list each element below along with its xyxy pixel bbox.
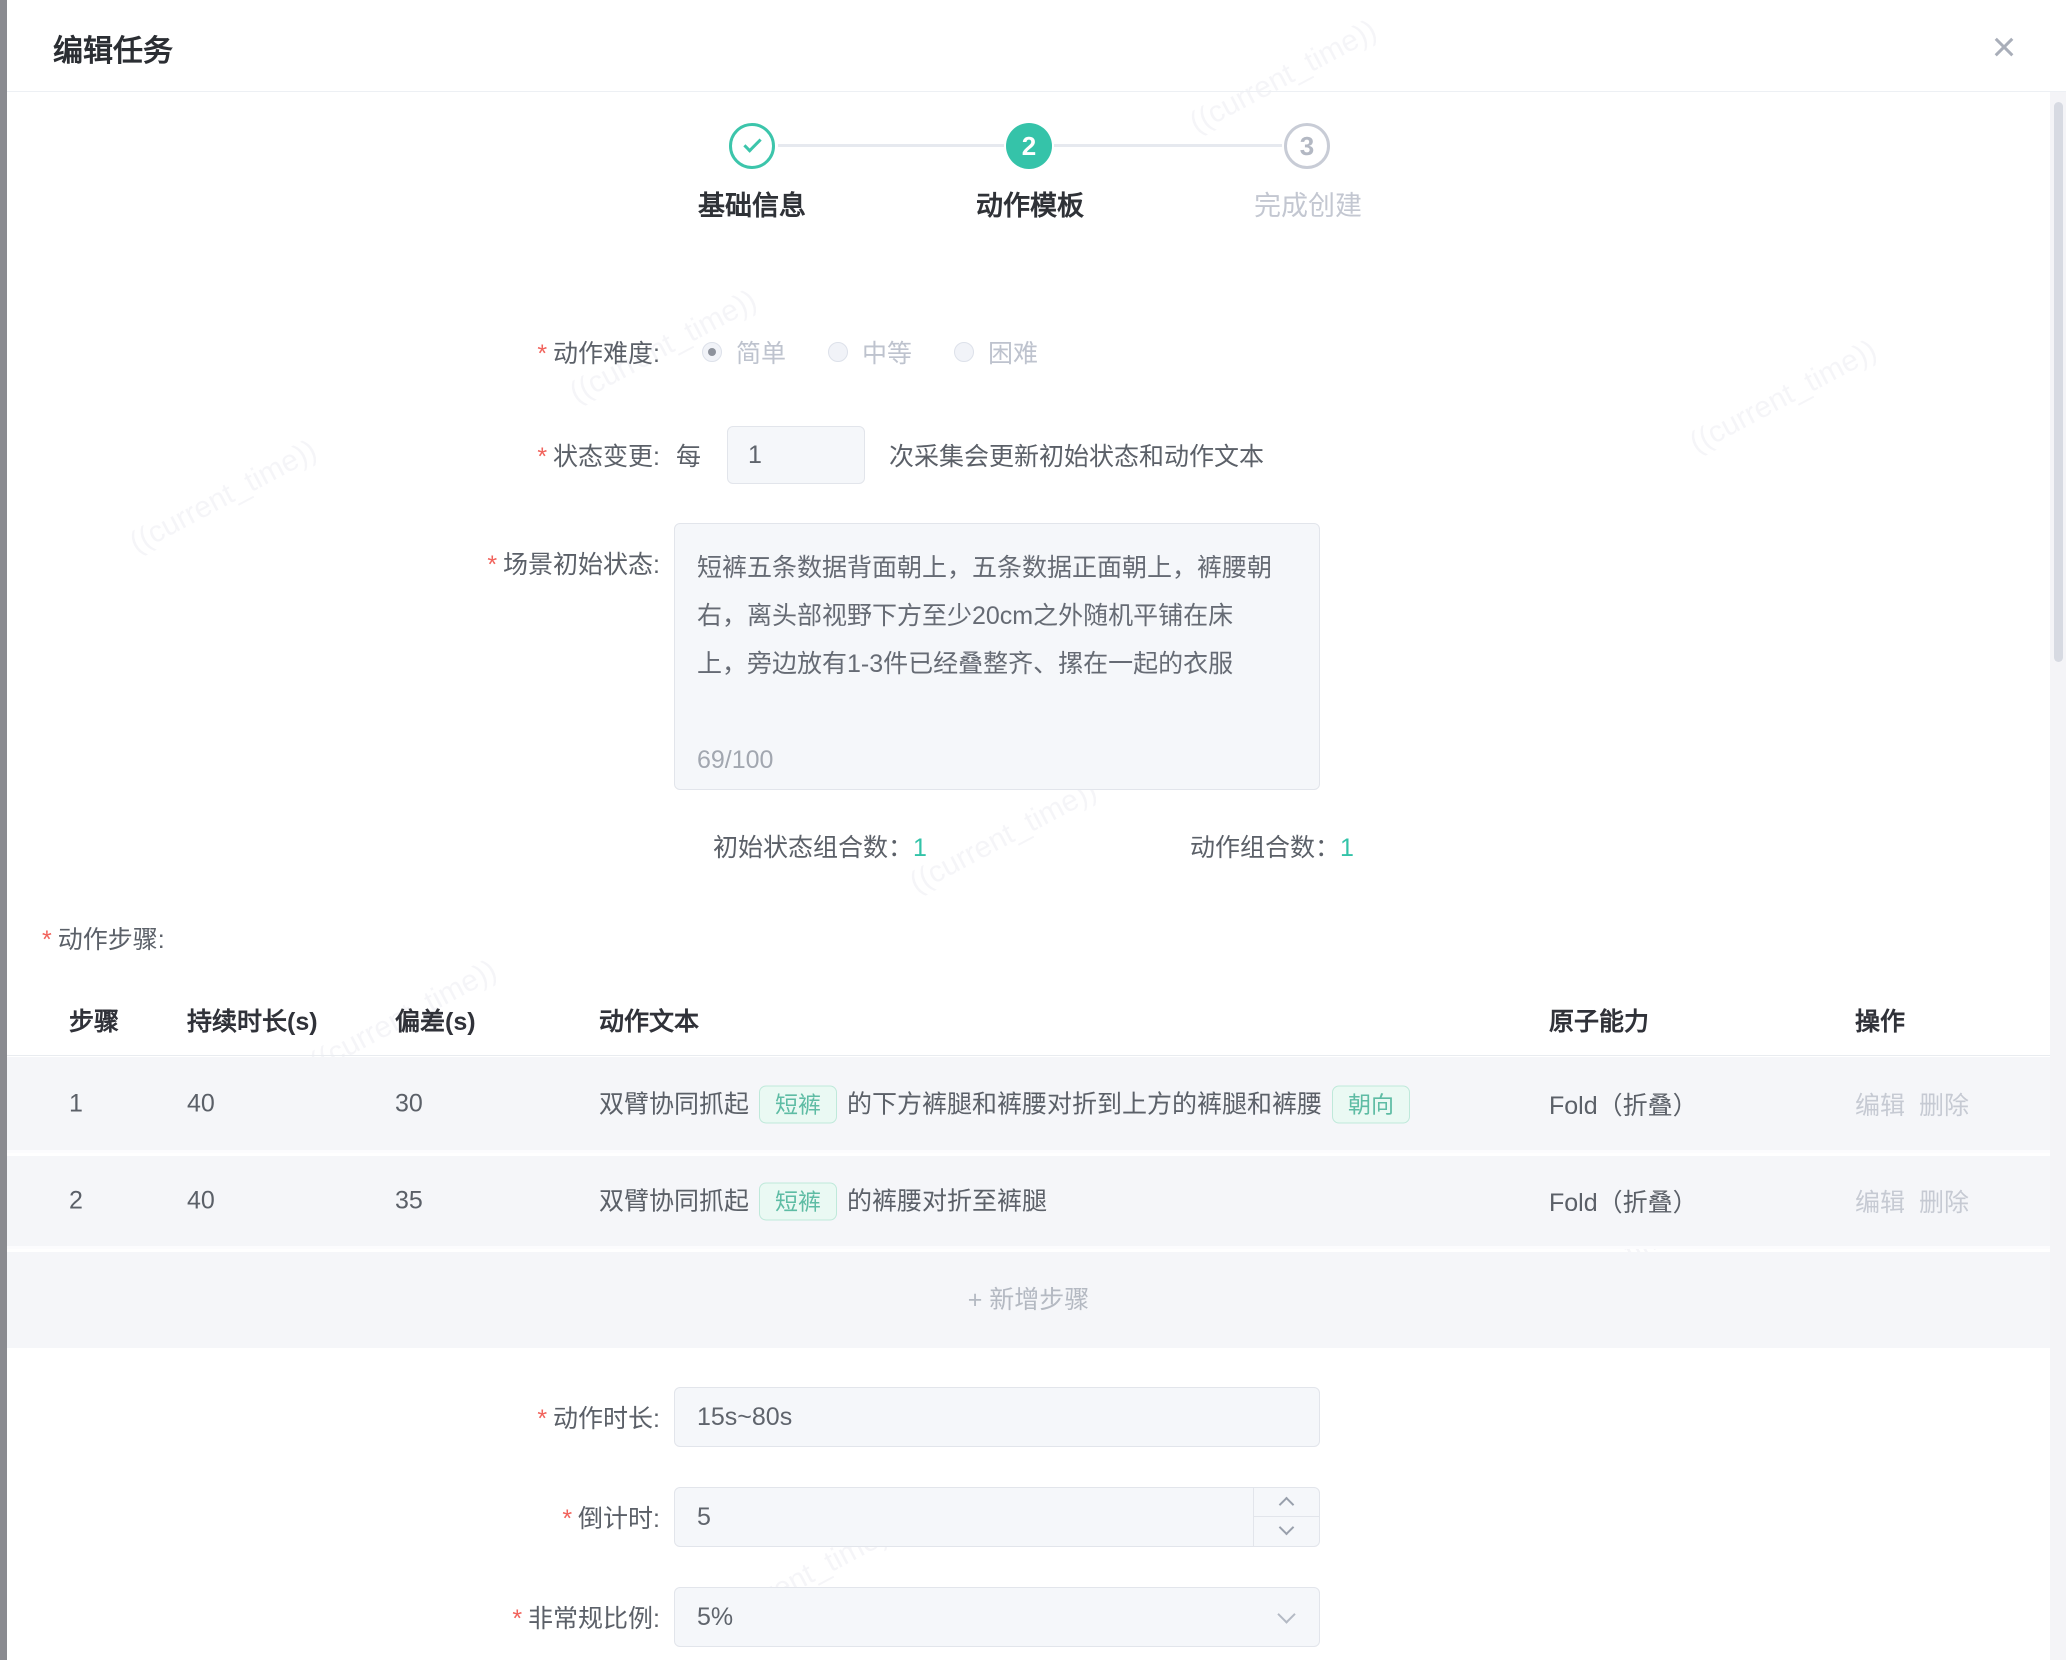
cell-deviation: 35 [395, 1187, 423, 1216]
watermark-text: ((current_time)) [904, 773, 1102, 900]
step-1-indicator [729, 123, 775, 169]
duration-label: *动作时长: [0, 1399, 660, 1435]
required-asterisk: * [42, 926, 52, 954]
radio-label: 困难 [988, 334, 1038, 370]
dialog-header: 编辑任务 [7, 0, 2066, 92]
radio-selected-icon [702, 342, 722, 362]
unusual-ratio-value: 5% [697, 1603, 733, 1631]
orientation-tag: 朝向 [1332, 1085, 1410, 1123]
col-operations: 操作 [1855, 1002, 1905, 1038]
duration-row: *动作时长: 15s~80s [0, 1387, 2066, 1447]
action-combo-value: 1 [1340, 834, 1354, 862]
initial-combo-value: 1 [913, 834, 927, 862]
initial-state-textarea[interactable]: 短裤五条数据背面朝上，五条数据正面朝上，裤腰朝右，离头部视野下方至少20cm之外… [674, 523, 1320, 790]
col-ability: 原子能力 [1549, 1002, 1649, 1038]
required-asterisk: * [537, 1405, 547, 1433]
unusual-ratio-select[interactable]: 5% [674, 1587, 1320, 1647]
difficulty-row: *动作难度: 简单 中等 困难 [0, 322, 2066, 382]
cell-action-text: 双臂协同抓起短裤的裤腰对折至裤腿 [599, 1182, 1047, 1221]
stepper-connector [1054, 144, 1282, 147]
initial-state-text: 短裤五条数据背面朝上，五条数据正面朝上，裤腰朝右，离头部视野下方至少20cm之外… [697, 544, 1279, 688]
edit-task-dialog: ((current_time)) ((current_time)) ((curr… [0, 0, 2066, 1660]
initial-state-label: *场景初始状态: [0, 523, 660, 581]
required-asterisk: * [562, 1505, 572, 1533]
initial-combo-count: 初始状态组合数：1 [713, 828, 927, 864]
edit-button[interactable]: 编辑 [1855, 1183, 1905, 1219]
initial-state-row: *场景初始状态: 短裤五条数据背面朝上，五条数据正面朝上，裤腰朝右，离头部视野下… [0, 523, 2066, 790]
required-asterisk: * [512, 1605, 522, 1633]
radio-label: 简单 [736, 334, 786, 370]
action-combo-count: 动作组合数：1 [1190, 828, 1354, 864]
countdown-value: 5 [697, 1503, 711, 1531]
countdown-row: *倒计时: 5 [0, 1487, 2066, 1547]
cell-duration: 40 [187, 1089, 215, 1118]
duration-input[interactable]: 15s~80s [674, 1387, 1320, 1447]
required-asterisk: * [537, 443, 547, 471]
state-change-prefix: 每 [676, 437, 701, 473]
chevron-down-icon [1277, 1605, 1295, 1623]
cell-duration: 40 [187, 1187, 215, 1216]
scrollbar-track[interactable] [2050, 92, 2066, 1660]
chevron-up-icon [1279, 1497, 1295, 1513]
chevron-down-icon [1279, 1520, 1295, 1536]
required-asterisk: * [537, 340, 547, 368]
col-action-text: 动作文本 [599, 1002, 699, 1038]
check-icon [743, 134, 761, 152]
add-step-button[interactable]: + 新增步骤 [7, 1252, 2050, 1348]
step-2-indicator: 2 [1006, 123, 1052, 169]
object-tag: 短裤 [759, 1085, 837, 1123]
state-change-label: *状态变更: [0, 437, 660, 473]
state-change-suffix: 次采集会更新初始状态和动作文本 [889, 437, 1264, 473]
delete-button[interactable]: 删除 [1919, 1183, 1969, 1219]
object-tag: 短裤 [759, 1183, 837, 1221]
page-title: 编辑任务 [53, 26, 173, 70]
cell-deviation: 30 [395, 1089, 423, 1118]
cell-ability: Fold（折叠） [1549, 1183, 1698, 1219]
action-combo-label: 动作组合数： [1190, 834, 1340, 862]
close-icon[interactable]: × [1978, 22, 2030, 74]
table-row: 1 40 30 双臂协同抓起短裤的下方裤腿和裤腰对折到上方的裤腿和裤腰朝向 Fo… [7, 1057, 2050, 1153]
unusual-ratio-label: *非常规比例: [0, 1599, 660, 1635]
radio-difficulty-hard[interactable]: 困难 [954, 334, 1038, 370]
scrollbar-thumb[interactable] [2054, 102, 2063, 662]
step-2-label: 动作模板 [910, 184, 1150, 223]
table-row: 2 40 35 双臂协同抓起短裤的裤腰对折至裤腿 Fold（折叠） 编辑 删除 [7, 1156, 2050, 1249]
radio-difficulty-easy[interactable]: 简单 [702, 334, 786, 370]
unusual-ratio-row: *非常规比例: 5% [0, 1587, 2066, 1647]
radio-icon [828, 342, 848, 362]
col-step: 步骤 [69, 1002, 119, 1038]
required-asterisk: * [487, 551, 497, 579]
steps-table-header: 步骤 持续时长(s) 偏差(s) 动作文本 原子能力 操作 [7, 990, 2050, 1056]
step-1-label: 基础信息 [632, 184, 872, 223]
number-stepper [1253, 1488, 1319, 1546]
increase-button[interactable] [1254, 1488, 1320, 1517]
edit-button[interactable]: 编辑 [1855, 1086, 1905, 1122]
decrease-button[interactable] [1254, 1517, 1320, 1546]
initial-combo-label: 初始状态组合数： [713, 834, 913, 862]
cell-ability: Fold（折叠） [1549, 1086, 1698, 1122]
cell-step: 2 [69, 1187, 83, 1216]
state-change-count-input[interactable]: 1 [727, 426, 865, 484]
stepper-connector [778, 144, 1004, 147]
cell-action-text: 双臂协同抓起短裤的下方裤腿和裤腰对折到上方的裤腿和裤腰朝向 [599, 1084, 1420, 1123]
countdown-input[interactable]: 5 [674, 1487, 1320, 1547]
col-duration: 持续时长(s) [187, 1002, 318, 1038]
state-change-row: *状态变更: 每 1 次采集会更新初始状态和动作文本 [0, 426, 2066, 484]
difficulty-label: *动作难度: [0, 334, 660, 370]
radio-icon [954, 342, 974, 362]
radio-label: 中等 [862, 334, 912, 370]
cell-step: 1 [69, 1089, 83, 1118]
delete-button[interactable]: 删除 [1919, 1086, 1969, 1122]
radio-difficulty-medium[interactable]: 中等 [828, 334, 912, 370]
char-counter: 69/100 [697, 746, 773, 775]
action-steps-label: *动作步骤: [42, 920, 165, 956]
col-deviation: 偏差(s) [395, 1002, 476, 1038]
step-3-indicator: 3 [1284, 123, 1330, 169]
countdown-label: *倒计时: [0, 1499, 660, 1535]
step-3-label: 完成创建 [1188, 184, 1428, 223]
